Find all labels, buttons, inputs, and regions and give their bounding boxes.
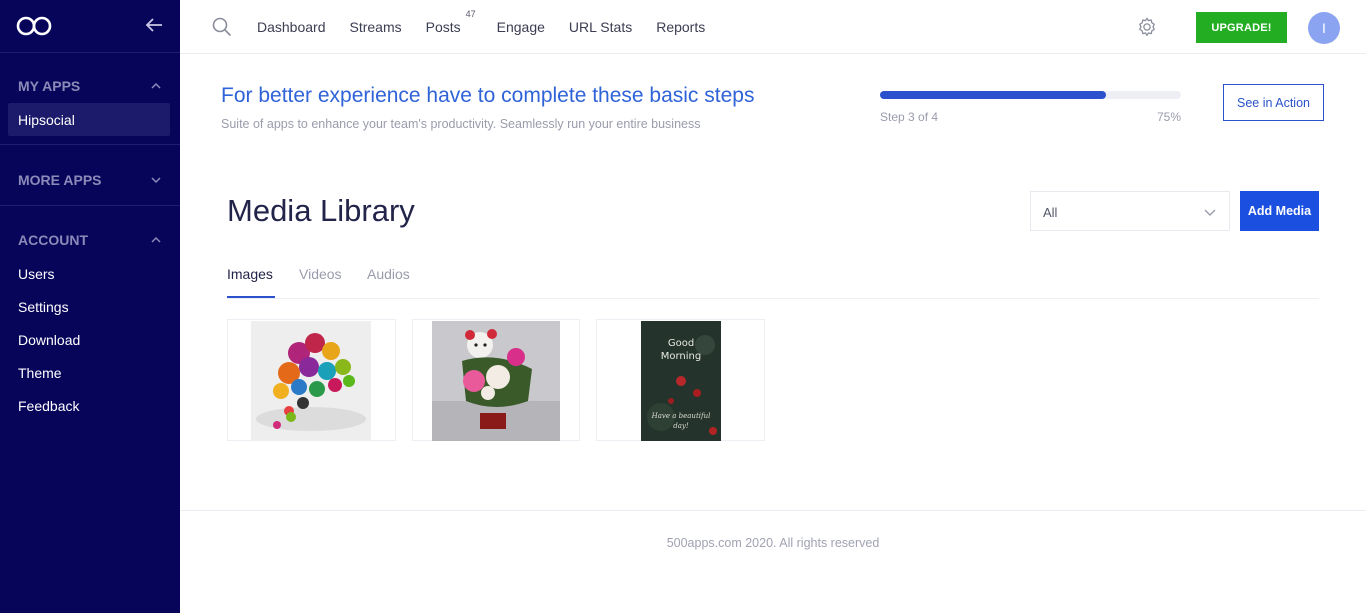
- sidebar-item-feedback[interactable]: Feedback: [0, 389, 180, 422]
- onboarding-progress-bar: [880, 91, 1181, 99]
- page-title: Media Library: [227, 193, 415, 228]
- media-item[interactable]: Good Morning Have a beautiful day!: [596, 319, 765, 441]
- card-caption-line2: day!: [673, 422, 689, 430]
- sidebar-item-label: Theme: [18, 364, 62, 381]
- card-caption-line1: Have a beautiful: [651, 412, 711, 420]
- chevron-up-icon: [151, 236, 161, 243]
- sidebar-header: [0, 0, 180, 53]
- see-in-action-button[interactable]: See in Action: [1223, 84, 1324, 121]
- active-tab-indicator: [227, 296, 275, 298]
- good-morning-card-thumbnail: Good Morning Have a beautiful day!: [641, 321, 721, 441]
- nav-link-dashboard[interactable]: Dashboard: [257, 19, 326, 35]
- sidebar-heading-account[interactable]: ACCOUNT: [0, 223, 180, 257]
- sidebar-item-label: Download: [18, 331, 81, 348]
- upgrade-button[interactable]: UPGRADE!: [1196, 12, 1287, 43]
- logo-icon[interactable]: [16, 15, 52, 37]
- progress-percent: 75%: [1156, 110, 1181, 124]
- sidebar: MY APPS Hipsocial MORE APPS ACCOUNT User…: [0, 0, 180, 613]
- tab-videos[interactable]: Videos: [299, 266, 342, 282]
- card-text-line2: Morning: [661, 351, 701, 362]
- filter-selected-value: All: [1043, 205, 1058, 220]
- chevron-down-icon: [151, 177, 161, 184]
- sidebar-item-download[interactable]: Download: [0, 323, 180, 356]
- nav-link-posts[interactable]: Posts 47: [425, 9, 476, 35]
- sidebar-section-my-apps: MY APPS Hipsocial: [0, 53, 180, 145]
- social-apps-thumbnail: [251, 321, 371, 441]
- media-tabs: Images Videos Audios: [227, 262, 1319, 299]
- nav-link-streams[interactable]: Streams: [350, 19, 402, 35]
- media-item[interactable]: [227, 319, 396, 441]
- tab-images[interactable]: Images: [227, 266, 273, 282]
- add-media-button[interactable]: Add Media: [1240, 191, 1319, 231]
- top-nav: Dashboard Streams Posts 47 Engage URL St…: [180, 0, 1366, 54]
- onboarding-title: For better experience have to complete t…: [221, 84, 755, 107]
- sidebar-heading-more-apps[interactable]: MORE APPS: [0, 163, 180, 197]
- sidebar-item-hipsocial[interactable]: Hipsocial: [8, 103, 170, 136]
- sidebar-item-settings[interactable]: Settings: [0, 290, 180, 323]
- gear-icon[interactable]: [1136, 16, 1158, 38]
- sidebar-heading-label: MORE APPS: [18, 172, 102, 188]
- sidebar-item-users[interactable]: Users: [0, 257, 180, 290]
- sidebar-heading-my-apps[interactable]: MY APPS: [0, 69, 180, 103]
- sidebar-heading-label: ACCOUNT: [18, 232, 88, 248]
- app-root: MY APPS Hipsocial MORE APPS ACCOUNT User…: [0, 0, 1366, 613]
- sidebar-item-label: Hipsocial: [18, 111, 75, 128]
- sidebar-item-label: Settings: [18, 298, 69, 315]
- footer-text: 500apps.com 2020. All rights reserved: [666, 536, 880, 550]
- media-filter-select[interactable]: All: [1030, 191, 1230, 231]
- progress-fill: [880, 91, 1106, 99]
- sidebar-item-label: Users: [18, 265, 55, 282]
- media-item[interactable]: [412, 319, 580, 441]
- chevron-up-icon: [151, 82, 161, 89]
- sidebar-item-label: Feedback: [18, 397, 80, 414]
- card-text-line1: Good: [668, 338, 694, 349]
- footer-divider: [180, 510, 1366, 511]
- nav-link-label: Posts: [425, 19, 461, 35]
- search-icon[interactable]: [212, 17, 232, 37]
- avatar[interactable]: I: [1308, 12, 1340, 44]
- onboarding-subtitle: Suite of apps to enhance your team's pro…: [221, 117, 701, 131]
- sidebar-heading-label: MY APPS: [18, 78, 81, 94]
- tab-audios[interactable]: Audios: [367, 266, 410, 282]
- posts-count-badge: 47: [465, 9, 476, 19]
- sidebar-section-account: ACCOUNT Users Settings Download Theme Fe…: [0, 206, 180, 422]
- step-counter: Step 3 of 4: [880, 110, 939, 124]
- nav-link-engage[interactable]: Engage: [497, 19, 545, 35]
- teddy-flowers-thumbnail: [432, 321, 560, 441]
- nav-link-reports[interactable]: Reports: [656, 19, 705, 35]
- nav-links: Dashboard Streams Posts 47 Engage URL St…: [257, 0, 729, 54]
- collapse-sidebar-icon[interactable]: [143, 14, 165, 36]
- chevron-down-icon: [1204, 209, 1216, 216]
- nav-link-url-stats[interactable]: URL Stats: [569, 19, 632, 35]
- sidebar-item-theme[interactable]: Theme: [0, 356, 180, 389]
- sidebar-section-more-apps: MORE APPS: [0, 145, 180, 206]
